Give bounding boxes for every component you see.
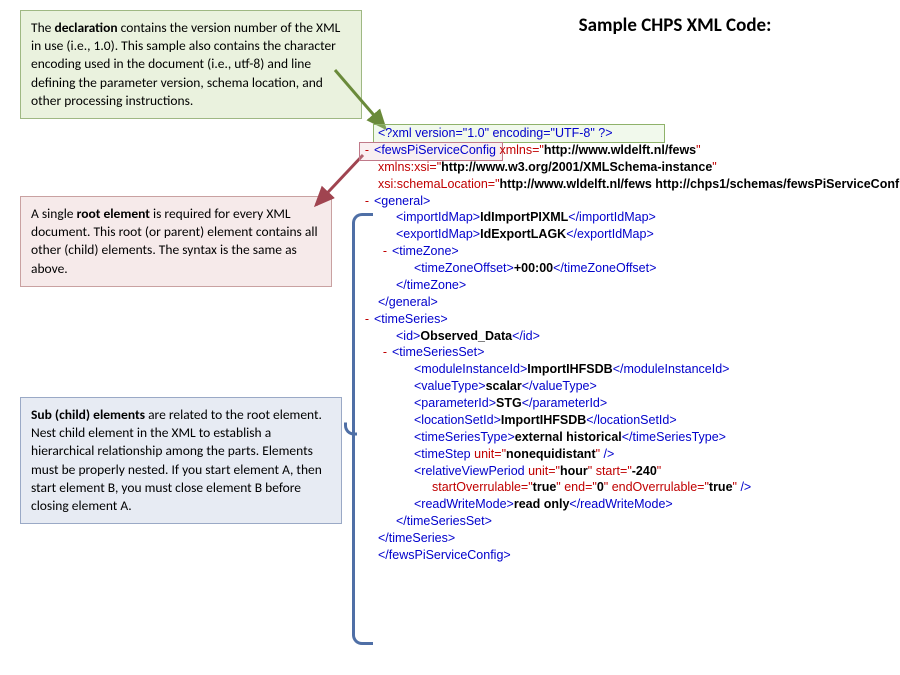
callout-child-elements: Sub (child) elements are related to the …: [20, 397, 342, 524]
page-title: Sample CHPS XML Code:: [490, 14, 860, 37]
fold-icon: -: [378, 243, 392, 260]
fold-icon: -: [360, 311, 374, 328]
xml-code-sample: <?xml version="1.0" encoding="UTF-8" ?> …: [360, 125, 890, 665]
xml-declaration: <?xml version="1.0" encoding="UTF-8" ?>: [378, 126, 613, 140]
callout-declaration: The declaration contains the version num…: [20, 10, 362, 119]
fold-icon: -: [360, 142, 374, 159]
callout-root-element: A single root element is required for ev…: [20, 196, 332, 287]
fold-icon: -: [360, 193, 374, 210]
fold-icon: -: [378, 344, 392, 361]
